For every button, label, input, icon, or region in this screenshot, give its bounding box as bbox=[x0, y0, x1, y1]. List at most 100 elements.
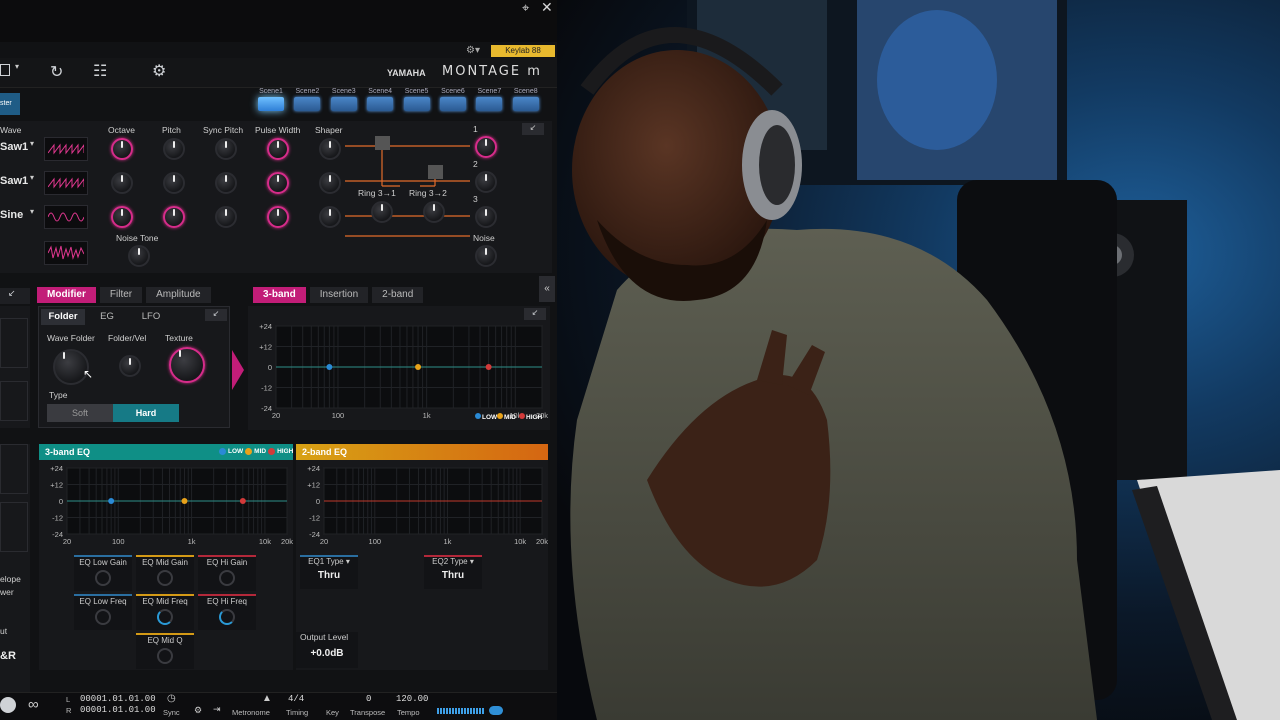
param-knob[interactable] bbox=[157, 648, 173, 664]
param-knob[interactable] bbox=[95, 570, 111, 586]
osc-2-knob-3[interactable] bbox=[215, 172, 237, 194]
param-knob[interactable] bbox=[219, 570, 235, 586]
ring-3-2-knob[interactable] bbox=[423, 201, 445, 223]
dropdown-arrow-icon[interactable]: ▾ bbox=[30, 173, 34, 182]
eq-band-point[interactable] bbox=[181, 498, 188, 504]
subtab-lfo[interactable]: LFO bbox=[129, 309, 173, 325]
left-collapse-icon[interactable]: ↙ bbox=[0, 288, 30, 304]
osc-1-knob-1[interactable] bbox=[111, 138, 133, 160]
type-soft-button[interactable]: Soft bbox=[47, 404, 113, 422]
master-tab[interactable]: ster bbox=[0, 93, 20, 115]
eq3-param-eq-low-gain[interactable]: EQ Low Gain bbox=[74, 555, 132, 591]
osc-1-knob-2[interactable] bbox=[163, 138, 185, 160]
osc-3-knob-3[interactable] bbox=[215, 206, 237, 228]
osc-3-knob-5[interactable] bbox=[319, 206, 341, 228]
param-knob[interactable] bbox=[157, 570, 173, 586]
loop-icon[interactable]: ∞ bbox=[28, 696, 39, 713]
dropdown-arrow-icon[interactable]: ▾ bbox=[30, 139, 34, 148]
eq-band-point[interactable] bbox=[415, 364, 422, 370]
eq-band-point[interactable] bbox=[239, 498, 246, 504]
settings-small-icon[interactable]: ⚙ bbox=[194, 705, 202, 716]
scene-button-4[interactable]: Scene4 bbox=[365, 88, 395, 111]
osc-3-knob-4[interactable] bbox=[267, 206, 289, 228]
tab-3-band[interactable]: 3-band bbox=[253, 287, 306, 303]
ring-3-1-knob[interactable] bbox=[371, 201, 393, 223]
eq-band-point[interactable] bbox=[485, 364, 492, 370]
skip-icon[interactable]: ⇥ bbox=[213, 704, 221, 715]
eq-band-point[interactable] bbox=[108, 498, 115, 504]
window-icon[interactable] bbox=[0, 64, 10, 76]
eq3-param-eq-mid-gain[interactable]: EQ Mid Gain bbox=[136, 555, 194, 591]
subtab-eg[interactable]: EG bbox=[85, 309, 129, 325]
tempo-value[interactable]: 120.00 bbox=[396, 694, 428, 704]
scene-button-1[interactable]: Scene1 bbox=[256, 88, 286, 111]
osc-1-knob-5[interactable] bbox=[319, 138, 341, 160]
eq3-param-eq-low-freq[interactable]: EQ Low Freq bbox=[74, 594, 132, 630]
grid-icon[interactable]: ☷ bbox=[93, 61, 107, 81]
output-level-control[interactable]: Output Level +0.0dB bbox=[296, 632, 358, 668]
eq3-param-eq-mid-freq[interactable]: EQ Mid Freq bbox=[136, 594, 194, 630]
eq-band-point[interactable] bbox=[326, 364, 333, 370]
transpose-value[interactable]: 0 bbox=[366, 694, 371, 704]
eq3-param-eq-mid-q[interactable]: EQ Mid Q bbox=[136, 633, 194, 669]
refresh-icon[interactable]: ↻ bbox=[50, 62, 63, 82]
folder-vel-knob[interactable] bbox=[119, 355, 141, 377]
noise-tone-knob[interactable] bbox=[128, 245, 150, 267]
tab-filter[interactable]: Filter bbox=[99, 287, 143, 303]
toggle-switch[interactable] bbox=[489, 706, 503, 715]
pin-icon[interactable]: ⌖ bbox=[522, 0, 529, 16]
scene-button-8[interactable]: Scene8 bbox=[511, 88, 541, 111]
timing-value[interactable]: 4/4 bbox=[288, 694, 304, 704]
dropdown-arrow-icon[interactable]: ▾ bbox=[15, 62, 19, 71]
texture-knob[interactable] bbox=[169, 347, 205, 383]
osc-2-knob-5[interactable] bbox=[319, 172, 341, 194]
scene-button-3[interactable]: Scene3 bbox=[329, 88, 359, 111]
scene-button-7[interactable]: Scene7 bbox=[474, 88, 504, 111]
record-button[interactable] bbox=[0, 697, 16, 713]
gear-small-icon[interactable]: ⚙▾ bbox=[466, 45, 480, 56]
eq-top-collapse-icon[interactable]: ↙ bbox=[524, 308, 546, 320]
settings-gear-icon[interactable]: ⚙ bbox=[152, 61, 166, 81]
type-hard-button[interactable]: Hard bbox=[113, 404, 179, 422]
osc-1-knob-3[interactable] bbox=[215, 138, 237, 160]
osc-3-knob-1[interactable] bbox=[111, 206, 133, 228]
osc-3-wave-select[interactable]: Sine bbox=[0, 209, 23, 221]
scene-pad bbox=[403, 97, 430, 111]
scene-button-2[interactable]: Scene2 bbox=[292, 88, 322, 111]
collapse-icon[interactable]: ↙ bbox=[522, 123, 544, 135]
output-3-knob[interactable] bbox=[475, 206, 497, 228]
output-1-knob[interactable] bbox=[475, 136, 497, 158]
position-1[interactable]: 00001.01.01.00 bbox=[80, 694, 156, 704]
osc-1-knob-4[interactable] bbox=[267, 138, 289, 160]
eq3-param-eq-hi-gain[interactable]: EQ Hi Gain bbox=[198, 555, 256, 591]
param-knob[interactable] bbox=[219, 609, 235, 625]
modifier-collapse-icon[interactable]: ↙ bbox=[205, 309, 227, 321]
output-2-knob[interactable] bbox=[475, 171, 497, 193]
scene-button-6[interactable]: Scene6 bbox=[438, 88, 468, 111]
metronome-icon[interactable]: ▲ bbox=[262, 693, 272, 704]
param-knob[interactable] bbox=[95, 609, 111, 625]
eq1-type-select[interactable]: EQ1 Type ▾ Thru bbox=[300, 555, 358, 589]
eq3-param-eq-hi-freq[interactable]: EQ Hi Freq bbox=[198, 594, 256, 630]
tab-amplitude[interactable]: Amplitude bbox=[146, 287, 211, 303]
osc-2-knob-4[interactable] bbox=[267, 172, 289, 194]
eq2-type-select[interactable]: EQ2 Type ▾ Thru bbox=[424, 555, 482, 589]
osc-2-knob-1[interactable] bbox=[111, 172, 133, 194]
subtab-folder[interactable]: Folder bbox=[41, 309, 85, 325]
dropdown-arrow-icon[interactable]: ▾ bbox=[30, 207, 34, 216]
keyboard-badge[interactable]: Keylab 88 bbox=[491, 45, 555, 57]
osc-2-knob-2[interactable] bbox=[163, 172, 185, 194]
osc-3-knob-2[interactable] bbox=[163, 206, 185, 228]
osc-2-wave-select[interactable]: Saw1 bbox=[0, 175, 28, 187]
osc-1-wave-select[interactable]: Saw1 bbox=[0, 141, 28, 153]
param-knob[interactable] bbox=[157, 609, 173, 625]
tab-insertion[interactable]: Insertion bbox=[309, 287, 369, 303]
scene-button-5[interactable]: Scene5 bbox=[402, 88, 432, 111]
tab-modifier[interactable]: Modifier bbox=[37, 287, 96, 303]
close-icon[interactable]: ✕ bbox=[541, 0, 553, 16]
position-2[interactable]: 00001.01.01.00 bbox=[80, 705, 156, 715]
sync-icon[interactable]: ◷ bbox=[167, 693, 176, 704]
tab-2-band[interactable]: 2-band bbox=[372, 287, 424, 303]
noise-knob[interactable] bbox=[475, 245, 497, 267]
expand-panel-icon[interactable]: « bbox=[539, 276, 555, 302]
